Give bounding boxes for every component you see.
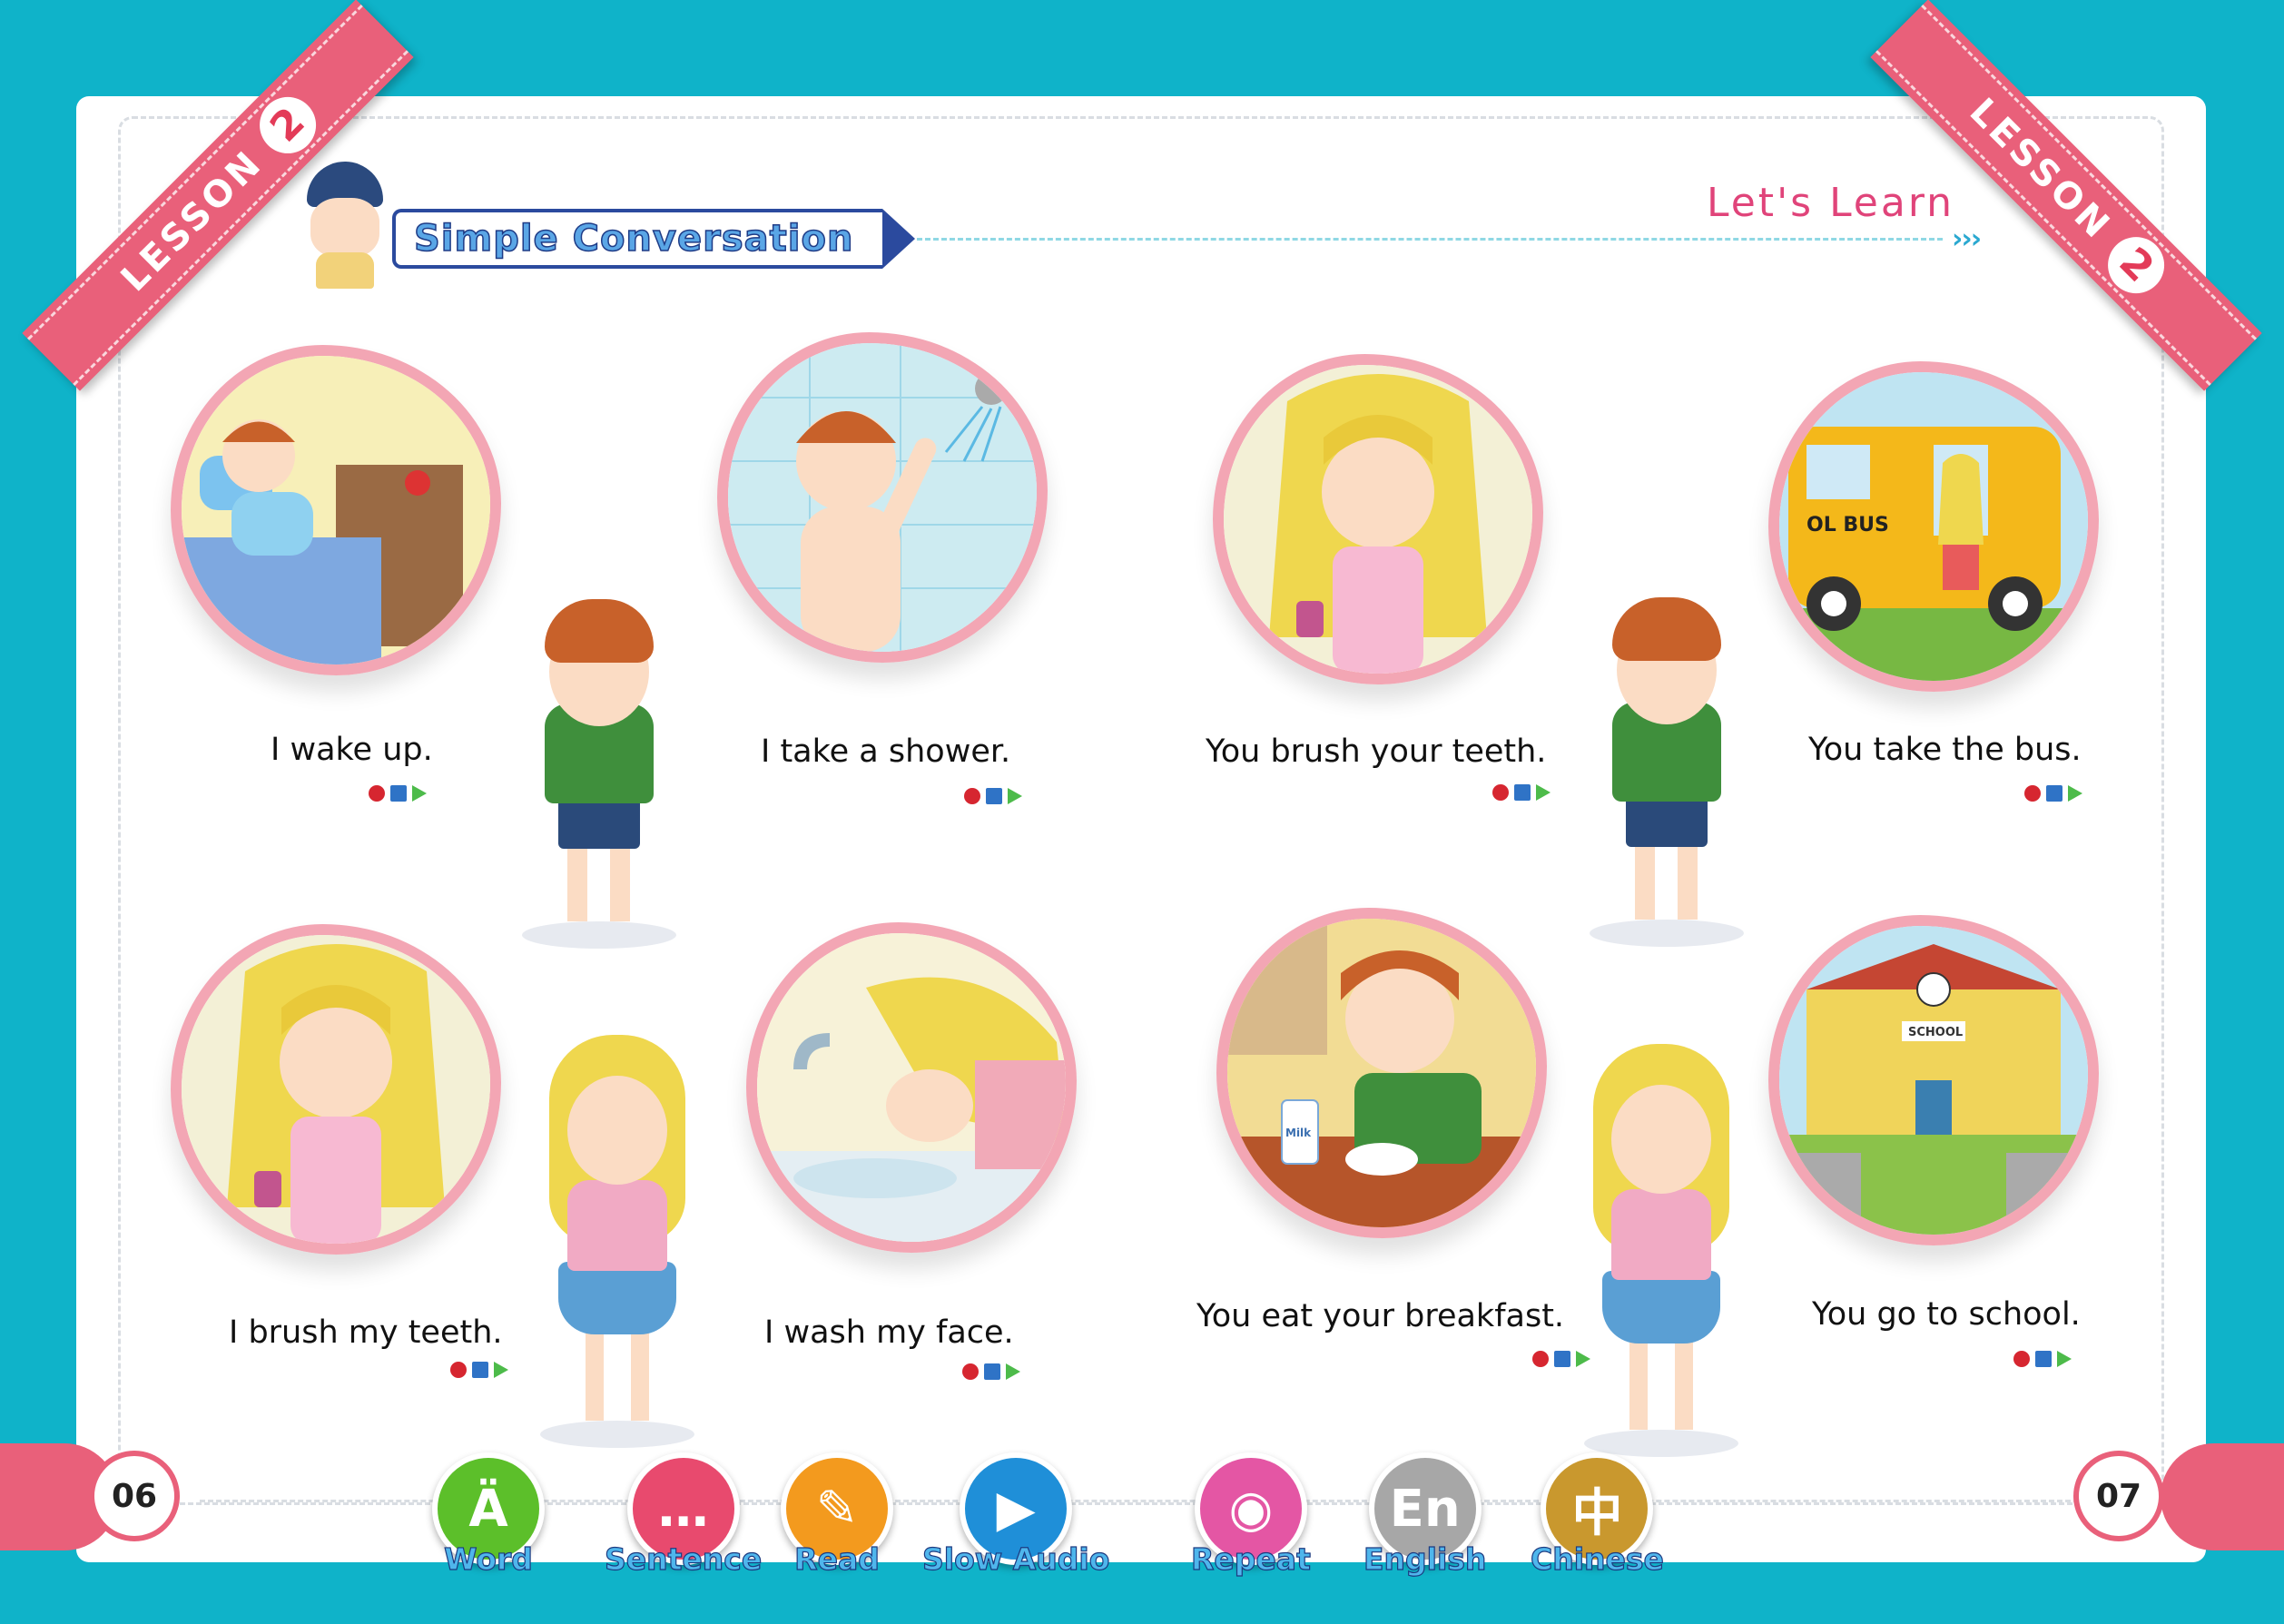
audio-controls xyxy=(2024,785,2082,802)
section-title: Let's Learn xyxy=(1707,180,1955,226)
sentence-button[interactable]: … Sentence xyxy=(604,1452,763,1578)
stop-icon[interactable] xyxy=(984,1363,1000,1380)
girl-character-right xyxy=(1580,1044,1743,1457)
bus-sign: OL BUS xyxy=(1807,514,1889,536)
record-icon[interactable] xyxy=(964,788,980,804)
record-icon[interactable] xyxy=(369,785,385,802)
chinese-button[interactable]: 中 Chinese xyxy=(1530,1452,1665,1578)
page-number-left: 06 xyxy=(89,1451,180,1541)
audio-controls xyxy=(1492,784,1551,801)
english-button[interactable]: En English xyxy=(1363,1452,1487,1578)
stop-icon[interactable] xyxy=(472,1362,488,1378)
record-icon[interactable] xyxy=(1492,784,1509,801)
word-label: Word xyxy=(443,1540,533,1577)
slow-audio-button[interactable]: ▶ Slow Audio xyxy=(921,1452,1110,1578)
illustration-brush-teeth-you[interactable] xyxy=(1213,354,1543,684)
repeat-label: Repeat xyxy=(1190,1540,1311,1577)
play-icon[interactable] xyxy=(1008,788,1022,804)
play-icon[interactable] xyxy=(1536,784,1551,801)
play-icon[interactable] xyxy=(2057,1351,2072,1367)
sentence-text[interactable]: You go to school. xyxy=(1812,1296,2081,1333)
sentence-text[interactable]: You brush your teeth. xyxy=(1206,733,1546,770)
sentence-text[interactable]: You eat your breakfast. xyxy=(1196,1298,1564,1334)
audio-controls xyxy=(964,788,1022,804)
illustration-school-bus[interactable]: OL BUS xyxy=(1768,361,2099,692)
stop-icon[interactable] xyxy=(390,785,407,802)
audio-controls xyxy=(962,1363,1020,1380)
play-icon[interactable] xyxy=(1576,1351,1590,1367)
read-label: Read xyxy=(794,1540,881,1577)
record-icon[interactable] xyxy=(450,1362,467,1378)
title-banner: Simple Conversation xyxy=(392,209,915,269)
page-number-right: 07 xyxy=(2073,1451,2164,1541)
chevrons-icon: ››› xyxy=(1952,223,1982,255)
milk-label: Milk xyxy=(1285,1127,1312,1139)
word-button[interactable]: Ä Word xyxy=(432,1452,545,1578)
illustration-brush-teeth-me[interactable] xyxy=(171,924,501,1255)
stop-icon[interactable] xyxy=(1554,1351,1570,1367)
play-icon[interactable] xyxy=(1006,1363,1020,1380)
chinese-label: Chinese xyxy=(1530,1540,1664,1577)
play-icon[interactable] xyxy=(412,785,427,802)
boy-character-right xyxy=(1590,588,1744,947)
stop-icon[interactable] xyxy=(2035,1351,2052,1367)
audio-controls xyxy=(1532,1351,1590,1367)
page-title: Simple Conversation xyxy=(413,217,854,261)
illustration-shower[interactable] xyxy=(717,332,1048,663)
audio-controls xyxy=(2013,1351,2072,1367)
sentence-text[interactable]: I wash my face. xyxy=(764,1314,1014,1351)
school-sign: SCHOOL xyxy=(1908,1026,1963,1039)
record-icon[interactable] xyxy=(1532,1351,1549,1367)
header-mascot xyxy=(300,162,390,289)
read-button[interactable]: ✎ Read xyxy=(781,1452,893,1578)
illustration-wake-up[interactable] xyxy=(171,345,501,675)
stop-icon[interactable] xyxy=(1514,784,1531,801)
illustration-wash-face[interactable] xyxy=(746,922,1077,1253)
illustration-go-to-school[interactable]: SCHOOL xyxy=(1768,915,2099,1245)
boy-character-left xyxy=(522,590,676,949)
play-icon[interactable] xyxy=(2068,785,2082,802)
slow-audio-label: Slow Audio xyxy=(921,1540,1110,1577)
stop-icon[interactable] xyxy=(2046,785,2062,802)
sentence-text[interactable]: I take a shower. xyxy=(761,733,1010,770)
audio-controls xyxy=(369,785,427,802)
illustration-breakfast[interactable]: Milk xyxy=(1216,908,1547,1238)
title-divider xyxy=(917,238,1943,241)
english-label: English xyxy=(1363,1540,1487,1577)
page-tab-right xyxy=(2161,1443,2284,1550)
repeat-button[interactable]: ◉ Repeat xyxy=(1190,1452,1311,1578)
audio-controls xyxy=(450,1362,508,1378)
record-icon[interactable] xyxy=(962,1363,979,1380)
sentence-label: Sentence xyxy=(604,1540,763,1577)
stop-icon[interactable] xyxy=(986,788,1002,804)
sentence-text[interactable]: You take the bus. xyxy=(1808,732,2082,768)
girl-character-left xyxy=(536,1035,699,1448)
sentence-text[interactable]: I wake up. xyxy=(271,732,433,768)
record-icon[interactable] xyxy=(2024,785,2041,802)
play-icon[interactable] xyxy=(494,1362,508,1378)
record-icon[interactable] xyxy=(2013,1351,2030,1367)
sentence-text[interactable]: I brush my teeth. xyxy=(229,1314,503,1351)
